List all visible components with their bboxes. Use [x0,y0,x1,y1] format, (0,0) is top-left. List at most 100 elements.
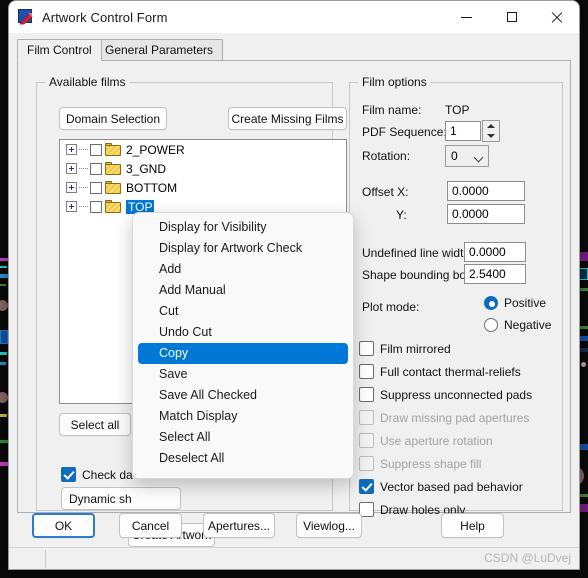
radio-unselected-icon [484,318,498,332]
vector-based-pad-behavior-checkbox-row[interactable]: Vector based pad behavior [359,479,523,494]
tree-row[interactable]: 2_POWER [60,140,346,159]
select-all-button[interactable]: Select all [59,413,131,436]
maximize-icon [506,12,517,22]
menu-item-save-all-checked[interactable]: Save All Checked [138,385,348,406]
apertures-button[interactable]: Apertures... [203,513,275,538]
tree-item-label: 3_GND [126,161,167,176]
folder-icon [105,143,121,156]
shape-bounding-box-label: Shape bounding box: [362,268,476,282]
window-controls [444,1,579,33]
menu-item-display-for-visibility[interactable]: Display for Visibility [138,217,348,238]
suppress-unconnected-pads-checkbox[interactable] [359,387,374,402]
viewlog-label: Viewlog... [303,518,355,533]
minimize-button[interactable] [444,1,489,33]
expand-icon[interactable] [66,182,77,193]
pcb-trace [0,258,8,261]
pcb-pad [0,300,8,311]
menu-item-copy[interactable]: Copy [138,343,348,364]
rotation-select[interactable]: 0 [445,145,489,167]
pcb-trace [0,352,7,355]
plot-mode-negative-label: Negative [504,318,552,332]
shape-bounding-box-input[interactable]: 2.5400 [464,264,526,284]
film-mirrored-checkbox-row[interactable]: Film mirrored [359,341,451,356]
plot-mode-positive-label: Positive [504,296,547,310]
maximize-button[interactable] [489,1,534,33]
film-mirrored-checkbox[interactable] [359,341,374,356]
film-options-group: Film options Film name: TOP PDF Sequence… [349,75,563,517]
minimize-icon [461,16,472,18]
full-contact-thermal-reliefs-checkbox-row[interactable]: Full contact thermal-reliefs [359,364,521,379]
dynamic-shapes-select[interactable]: Dynamic sh [61,487,181,510]
pdf-sequence-stepper[interactable] [482,120,500,142]
offset-x-input[interactable]: 0.0000 [447,181,525,201]
menu-item-add[interactable]: Add [138,259,348,280]
stepper-up-button[interactable] [483,121,499,131]
title-bar: Artwork Control Form [9,1,579,33]
expand-icon[interactable] [66,163,77,174]
offset-y-input[interactable]: 0.0000 [447,204,525,224]
check-database-checkbox[interactable] [61,467,76,482]
use-aperture-rotation-checkbox [359,433,374,448]
pcb-trace [0,462,8,466]
tree-row[interactable]: 3_GND [60,159,346,178]
dialog-client-area: Film Control General Parameters Availabl… [9,33,579,569]
menu-item-match-display[interactable]: Match Display [138,406,348,427]
menu-item-cut[interactable]: Cut [138,301,348,322]
select-all-label: Select all [70,417,120,432]
rotation-label: Rotation: [362,149,411,163]
menu-item-display-for-artwork-check[interactable]: Display for Artwork Check [138,238,348,259]
expand-icon[interactable] [66,201,77,212]
tree-checkbox[interactable] [90,200,102,213]
vector-based-pad-behavior-checkbox[interactable] [359,479,374,494]
radio-selected-icon [484,296,498,310]
tree-checkbox[interactable] [90,162,102,175]
menu-item-select-all[interactable]: Select All [138,427,348,448]
menu-item-deselect-all[interactable]: Deselect All [138,448,348,469]
status-separator [45,550,46,568]
ok-button[interactable]: OK [32,513,95,538]
pcb-pad [581,362,586,367]
pcb-trace [0,362,6,365]
suppress-shape-fill-checkbox [359,456,374,471]
draw-missing-pad-apertures-checkbox [359,410,374,425]
undefined-line-width-input[interactable]: 0.0000 [464,242,526,262]
pcb-trace [0,330,8,344]
full-contact-thermal-reliefs-checkbox[interactable] [359,364,374,379]
plot-mode-positive-radio[interactable]: Positive [484,296,546,310]
film-mirrored-label: Film mirrored [380,341,451,356]
plot-mode-label: Plot mode: [362,300,420,314]
vector-based-pad-behavior-label: Vector based pad behavior [380,479,523,494]
viewlog-button[interactable]: Viewlog... [296,513,362,538]
cancel-button[interactable]: Cancel [119,513,182,538]
tab-general-parameters[interactable]: General Parameters [95,39,224,61]
menu-item-undo-cut[interactable]: Undo Cut [138,322,348,343]
tab-strip: Film Control General Parameters [17,39,571,61]
help-button[interactable]: Help [441,513,504,538]
tree-row[interactable]: BOTTOM [60,178,346,197]
chevron-down-icon [487,134,495,138]
expand-icon[interactable] [66,144,77,155]
check-database-checkbox-row[interactable]: Check da [61,467,133,482]
dialog-footer: OK Cancel Apertures... Viewlog... Help [9,513,579,547]
dynamic-shapes-value: Dynamic sh [69,491,132,506]
close-button[interactable] [534,1,579,33]
tab-general-parameters-label: General Parameters [105,43,214,57]
domain-selection-button[interactable]: Domain Selection [59,107,167,130]
films-context-menu[interactable]: Display for Visibility Display for Artwo… [132,212,354,479]
suppress-unconnected-pads-checkbox-row[interactable]: Suppress unconnected pads [359,387,532,402]
plot-mode-negative-radio[interactable]: Negative [484,318,551,332]
tab-film-control[interactable]: Film Control [17,39,102,61]
menu-item-add-manual[interactable]: Add Manual [138,280,348,301]
film-name-label: Film name: [362,103,422,117]
stepper-down-button[interactable] [483,131,499,141]
tree-checkbox[interactable] [90,143,102,156]
create-missing-films-button[interactable]: Create Missing Films [228,107,347,130]
chevron-up-icon [487,124,495,128]
pcb-pad [0,392,8,403]
pdf-sequence-input[interactable]: 1 [445,121,481,141]
tree-checkbox[interactable] [90,181,102,194]
create-missing-films-label: Create Missing Films [231,111,344,126]
tree-connector-icon [79,149,88,150]
available-films-title: Available films [45,75,130,89]
menu-item-save[interactable]: Save [138,364,348,385]
